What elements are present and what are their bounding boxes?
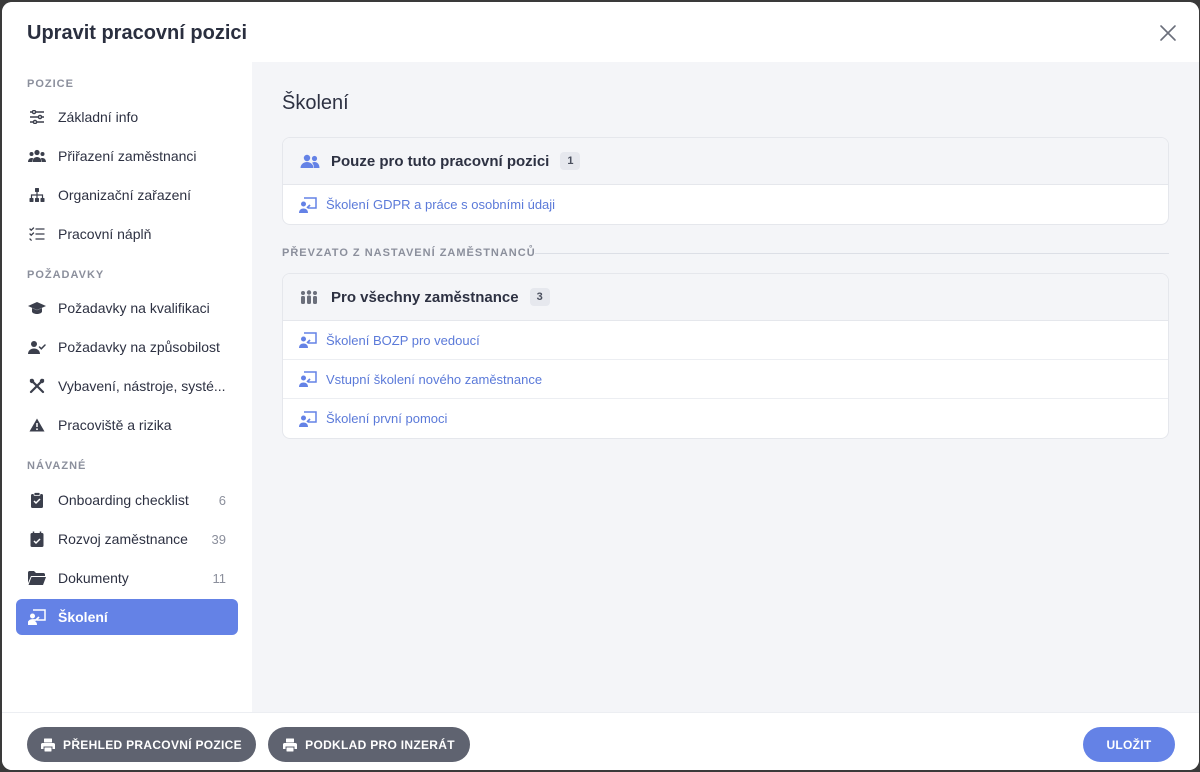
card-heading: Pouze pro tuto pracovní pozici (331, 152, 550, 170)
training-link[interactable]: Školení první pomoci (326, 411, 447, 426)
training-link[interactable]: Školení GDPR a práce s osobními údaji (326, 197, 555, 212)
card-header: Pouze pro tuto pracovní pozici 1 (283, 138, 1168, 185)
warning-icon (28, 416, 46, 434)
training-icon (299, 371, 317, 387)
users-icon (28, 147, 46, 165)
training-item[interactable]: Vstupní školení nového zaměstnance (283, 360, 1168, 399)
sidebar-item-training[interactable]: Školení (16, 599, 238, 635)
main-content: Školení Pouze pro tuto pracovní pozici 1… (252, 62, 1199, 712)
sidebar-item-label: Přiřazení zaměstnanci (58, 148, 197, 164)
folder-icon (28, 569, 46, 587)
sidebar-item-label: Požadavky na kvalifikaci (58, 300, 210, 316)
section-label-navazne: NÁVAZNÉ (27, 460, 87, 472)
training-link[interactable]: Vstupní školení nového zaměstnance (326, 372, 542, 387)
training-icon (28, 608, 46, 626)
sidebar-item-label: Onboarding checklist (58, 492, 189, 508)
close-icon[interactable] (1155, 20, 1181, 46)
count-badge: 3 (529, 288, 550, 306)
calendar-check-icon (28, 530, 46, 548)
sidebar-item-onboarding-checklist[interactable]: Onboarding checklist 6 (16, 482, 238, 518)
training-item[interactable]: Školení BOZP pro vedoucí (283, 321, 1168, 360)
sidebar-item-label: Dokumenty (58, 570, 129, 586)
sidebar-item-label: Organizační zařazení (58, 187, 192, 203)
sliders-icon (28, 108, 46, 126)
training-icon (299, 196, 317, 213)
modal-title: Upravit pracovní pozici (27, 22, 248, 44)
sidebar-item-competency-requirements[interactable]: Požadavky na způsobilost (16, 329, 238, 365)
training-link[interactable]: Školení BOZP pro vedoucí (326, 333, 480, 348)
modal-footer: PŘEHLED PRACOVNÍ POZICE PODKLAD PRO INZE… (2, 712, 1199, 770)
sidebar-item-label: Vybavení, nástroje, systé... (58, 378, 226, 394)
sidebar-item-documents[interactable]: Dokumenty 11 (16, 560, 238, 596)
job-ad-basis-button[interactable]: PODKLAD PRO INZERÁT (268, 727, 470, 762)
checklist-icon (28, 225, 46, 243)
button-label: PŘEHLED PRACOVNÍ POZICE (63, 737, 242, 752)
sidebar-nav: POZICE Základní info Přiřazení zaměstnan… (2, 62, 252, 712)
sidebar-item-equipment-tools[interactable]: Vybavení, nástroje, systé... (16, 368, 238, 404)
position-overview-button[interactable]: PŘEHLED PRACOVNÍ POZICE (27, 727, 256, 762)
sidebar-item-label: Základní info (58, 109, 139, 125)
training-icon (299, 332, 317, 348)
page-title: Školení (282, 92, 349, 114)
sidebar-item-assigned-employees[interactable]: Přiřazení zaměstnanci (16, 138, 238, 174)
card-heading: Pro všechny zaměstnance (331, 288, 519, 306)
sidebar-item-employee-development[interactable]: Rozvoj zaměstnance 39 (16, 521, 238, 557)
inherited-section-label: PŘEVZATO Z NASTAVENÍ ZAMĚSTNANCŮ (282, 247, 536, 259)
card-header: Pro všechny zaměstnance 3 (283, 274, 1168, 321)
sidebar-item-count: 6 (218, 492, 226, 508)
section-divider (535, 253, 1169, 254)
section-label-pozice: POZICE (27, 78, 74, 90)
count-badge: 1 (560, 152, 581, 170)
sidebar-item-qualification-requirements[interactable]: Požadavky na kvalifikaci (16, 290, 238, 326)
own-trainings-card: Pouze pro tuto pracovní pozici 1 Školení… (282, 137, 1169, 225)
org-chart-icon (28, 186, 46, 204)
button-label: ULOŽIT (1106, 737, 1152, 752)
clipboard-check-icon (28, 491, 46, 509)
sidebar-item-label: Školení (58, 609, 108, 625)
training-icon (299, 410, 317, 427)
graduation-cap-icon (28, 299, 46, 317)
sidebar-item-count: 11 (212, 570, 227, 586)
button-label: PODKLAD PRO INZERÁT (305, 737, 455, 752)
user-check-icon (28, 338, 46, 356)
training-item[interactable]: Školení GDPR a práce s osobními údaji (283, 185, 1168, 224)
sidebar-item-label: Pracovní náplň (58, 226, 152, 242)
print-icon (41, 738, 56, 752)
training-item[interactable]: Školení první pomoci (283, 399, 1168, 438)
print-icon (283, 738, 298, 752)
sidebar-item-job-description[interactable]: Pracovní náplň (16, 216, 238, 252)
sidebar-item-label: Požadavky na způsobilost (58, 339, 220, 355)
sidebar-item-org-placement[interactable]: Organizační zařazení (16, 177, 238, 213)
sidebar-item-basic-info[interactable]: Základní info (16, 99, 238, 135)
section-label-pozadavky: POŽADAVKY (27, 269, 105, 281)
sidebar-item-workplace-risks[interactable]: Pracoviště a rizika (16, 407, 238, 443)
all-employees-trainings-card: Pro všechny zaměstnance 3 Školení BOZP p… (282, 273, 1169, 439)
save-button[interactable]: ULOŽIT (1083, 727, 1175, 762)
sidebar-item-label: Pracoviště a rizika (58, 417, 172, 433)
group-icon (300, 289, 320, 305)
modal-header: Upravit pracovní pozici (2, 2, 1199, 62)
edit-position-modal: Upravit pracovní pozici POZICE Základní … (2, 2, 1199, 770)
tools-icon (28, 377, 46, 395)
sidebar-item-label: Rozvoj zaměstnance (58, 531, 188, 547)
users-icon (300, 153, 320, 169)
sidebar-item-count: 39 (211, 531, 226, 547)
